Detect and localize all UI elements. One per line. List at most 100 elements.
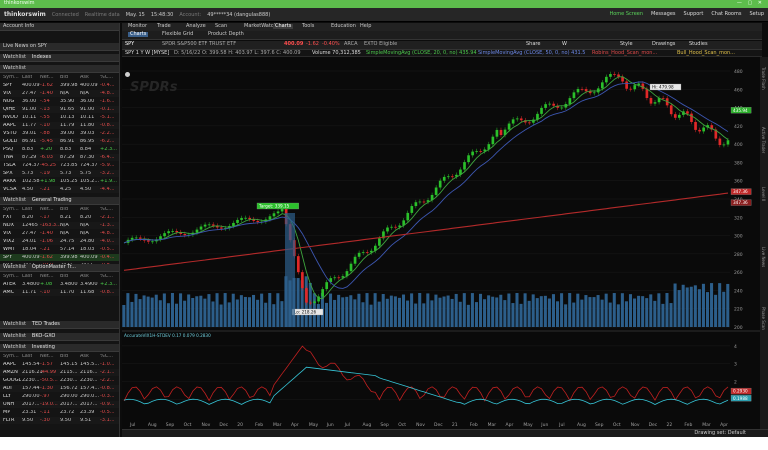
candle-body — [138, 237, 142, 239]
table-row[interactable]: ARKK 102.58 +1.98 105.25 105.2... +1.9... — [0, 178, 119, 185]
table-row[interactable]: QIHE 91.00 -.13 91.65 91.00 -0.1... — [0, 106, 119, 113]
col-header[interactable]: %C... — [100, 75, 113, 80]
nav-education[interactable]: Education — [331, 24, 356, 29]
col-header[interactable]: Ask — [80, 354, 89, 359]
watchlist-1-header[interactable]: Watchlist Indexes — [0, 54, 119, 62]
col-header[interactable]: Sym... — [3, 207, 19, 212]
table-row[interactable]: TNA 87.29 -6.03 87.29 87.30 -6.4... — [0, 154, 119, 161]
col-header[interactable]: Last — [22, 274, 32, 279]
col-header[interactable]: Ask — [80, 207, 89, 212]
account-info-header[interactable]: Account Info — [0, 23, 119, 31]
table-row[interactable]: SPY 400.09 -1.62 399.98 400.09 -0.4... — [0, 82, 119, 89]
table-row[interactable]: TSLA 724.37 -45.25 723.85 724.37 -5.9... — [0, 162, 119, 169]
col-header[interactable]: %C... — [100, 354, 113, 359]
top-link-0[interactable]: Home Screen — [609, 12, 643, 17]
col-header[interactable]: Net... — [40, 354, 54, 359]
tab-0[interactable]: Charts — [128, 32, 149, 37]
right-tab-0[interactable]: Trade Flash — [761, 67, 766, 90]
col-header[interactable]: Net... — [40, 75, 54, 80]
table-row[interactable]: ADI 157.44 -1.30 156.72 157.4... -0.8... — [0, 385, 119, 392]
table-row[interactable]: FLTR 9.50 -.30 9.50 9.51 -3.1... — [0, 417, 119, 424]
table-row[interactable]: WMT 18.04 -.21 57.14 18.03 -0.5... — [0, 246, 119, 253]
table-row[interactable]: AMC 11.71 -.10 11.70 11.68 -0.8... — [0, 289, 119, 296]
table-row[interactable]: UNH 2017... -19.0... 2017... 2017... -0.9... — [0, 401, 119, 408]
col-header[interactable]: %C... — [100, 274, 113, 279]
nav-monitor[interactable]: Monitor — [128, 24, 147, 29]
nav-marketwatch[interactable]: MarketWatch — [244, 24, 277, 29]
col-header[interactable]: Bid — [60, 207, 68, 212]
table-row[interactable]: GOLD 86.91 -5.45 86.91 86.95 -6.2... — [0, 138, 119, 145]
col-header[interactable]: Last — [22, 354, 32, 359]
table-row[interactable]: AAPL 11.77 -.10 11.79 11.80 -0.8... — [0, 122, 119, 129]
top-link-1[interactable]: Messages — [651, 12, 676, 17]
table-row[interactable]: FXT 8.20 -.17 8.21 8.20 -2.1... — [0, 214, 119, 221]
symbol-input[interactable]: SPY — [125, 42, 134, 47]
watchlist-1-subheader[interactable]: Watchlist — [0, 65, 119, 73]
table-row[interactable]: NDX 12465 -163.3... N/A N/A -1.3... — [0, 222, 119, 229]
col-header[interactable]: Last — [22, 207, 32, 212]
nav-charts[interactable]: Charts — [273, 24, 294, 29]
table-row[interactable]: ATER 3.4800 +.08 3.4800 3.4900 +2.3... — [0, 281, 119, 288]
time-tick: Oct — [184, 422, 192, 428]
table-row[interactable]: VCSA 4.50 -.21 4.25 4.50 -4.4... — [0, 186, 119, 193]
right-tab-4[interactable]: Phase Scan — [761, 307, 766, 330]
table-row[interactable]: SPY 400.09 -1.62 399.98 400.09 -0.4... — [0, 254, 119, 261]
volume-bar — [543, 295, 547, 327]
nav-scan[interactable]: Scan — [215, 24, 227, 29]
table-row[interactable]: VIX 27.47 -1.40 N/A N/A -4.8... — [0, 90, 119, 97]
top-link-4[interactable]: Setup — [749, 12, 764, 17]
nav-tools[interactable]: Tools — [302, 24, 314, 29]
aggregation-button[interactable]: W — [562, 42, 567, 47]
window-controls[interactable]: — ▢ ✕ — [737, 1, 764, 6]
col-header[interactable]: Bid — [60, 75, 68, 80]
col-header[interactable]: Net... — [40, 274, 54, 279]
info-icon[interactable] — [125, 72, 130, 77]
table-row[interactable]: GOOGL 2230... -50.5... 2230... 2230... -2.2..… — [0, 377, 119, 384]
col-header[interactable]: Net... — [40, 207, 54, 212]
right-tab-2[interactable]: Level II — [761, 187, 766, 201]
watchlist-2-header[interactable]: Watchlist General Trading — [0, 197, 119, 205]
table-row[interactable]: PSQ 8.83 +.20 8.83 8.84 +2.3... — [0, 146, 119, 153]
table-row[interactable]: NVDD 10.11 -.55 10.13 10.11 -5.1... — [0, 114, 119, 121]
drawing-set-label[interactable]: Drawing set: Default — [694, 431, 746, 436]
tab-2[interactable]: Product Depth — [208, 32, 244, 37]
nav-help[interactable]: Help — [360, 24, 371, 29]
table-row[interactable]: MP 23.31 -.11 23.72 23.39 -0.5... — [0, 409, 119, 416]
right-tab-1[interactable]: Active Trader — [761, 127, 766, 153]
watchlist-5-header[interactable]: Watchlist BKO-GXO — [0, 333, 119, 341]
right-tab-3[interactable]: Live News — [761, 247, 766, 267]
account-selector[interactable]: 49*****34 (dangulas888) — [207, 12, 270, 18]
col-header[interactable]: Bid — [60, 354, 68, 359]
watchlist-4-header[interactable]: Watchlist TED Trades — [0, 321, 119, 329]
live-news-header[interactable]: Live News on SPY — [0, 43, 119, 51]
col-header[interactable]: Bid — [60, 274, 68, 279]
price-chart[interactable]: 4804604404204003803603403203002802602402… — [122, 57, 760, 429]
top-link-2[interactable]: Support — [684, 12, 704, 17]
style-button[interactable]: Style — [620, 42, 633, 47]
table-row[interactable]: VIX 27.47 -1.40 N/A N/A -4.8... — [0, 230, 119, 237]
top-link-3[interactable]: Chat Rooms — [711, 12, 741, 17]
col-header[interactable]: Sym... — [3, 75, 19, 80]
share-button[interactable]: Share — [526, 42, 540, 47]
col-header[interactable]: Last — [22, 75, 32, 80]
watchlist-6-header[interactable]: Watchlist Investing — [0, 344, 119, 352]
volume-bar — [414, 303, 418, 327]
table-row[interactable]: NUG 36.00 -.54 35.90 36.00 -1.6... — [0, 98, 119, 105]
col-header[interactable]: %C... — [100, 207, 113, 212]
table-row[interactable]: AAPL 145.54 -1.57 145.15 145.5... -1.0... — [0, 361, 119, 368]
table-row[interactable]: SPX 5.73 -.19 5.73 5.75 -3.2... — [0, 170, 119, 177]
nav-analyze[interactable]: Analyze — [186, 24, 206, 29]
table-row[interactable]: VSTO 39.01 -.88 39.00 39.03 -2.2... — [0, 130, 119, 137]
studies-button[interactable]: Studies — [689, 42, 708, 47]
col-header[interactable]: Ask — [80, 75, 89, 80]
col-header[interactable]: Ask — [80, 274, 89, 279]
watchlist-3-header[interactable]: Watchlist OptionMaster Tr... — [0, 264, 119, 272]
table-row[interactable]: VIX2 24.01 -1.06 24.75 24.80 -4.0... — [0, 238, 119, 245]
tab-1[interactable]: Flexible Grid — [162, 32, 193, 37]
table-row[interactable]: LLY 290.00 -.97 290.00 290.0... -0.3... — [0, 393, 119, 400]
drawings-button[interactable]: Drawings — [652, 42, 675, 47]
col-header[interactable]: Sym... — [3, 354, 19, 359]
col-header[interactable]: Sym... — [3, 274, 19, 279]
table-row[interactable]: AMZN 2116.21 -44.99 2115... 2116... -2.1... — [0, 369, 119, 376]
nav-trade[interactable]: Trade — [157, 24, 171, 29]
